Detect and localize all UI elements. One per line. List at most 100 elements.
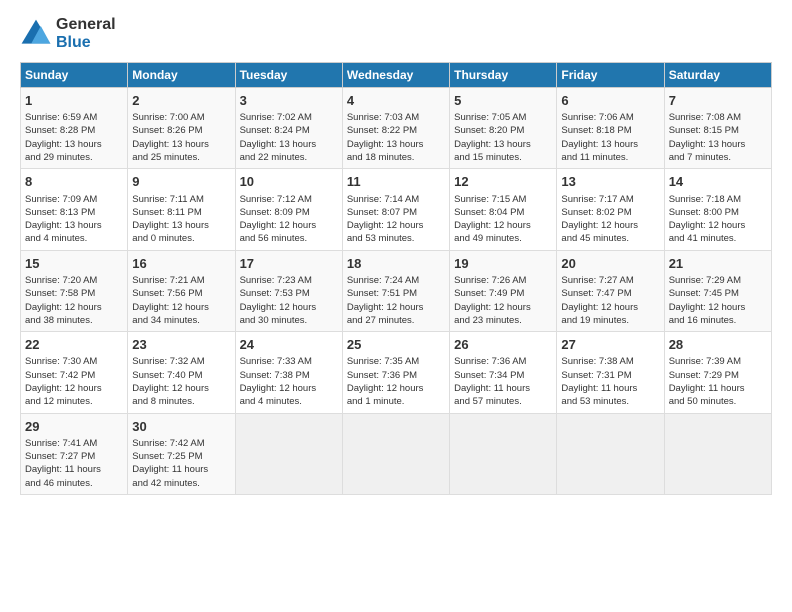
col-header-thursday: Thursday [450,63,557,88]
day-info-line: Sunrise: 7:32 AM [132,355,230,368]
day-info-line: Sunrise: 7:11 AM [132,193,230,206]
day-number: 19 [454,255,552,273]
calendar-cell: 16Sunrise: 7:21 AMSunset: 7:56 PMDayligh… [128,250,235,331]
calendar-cell: 10Sunrise: 7:12 AMSunset: 8:09 PMDayligh… [235,169,342,250]
day-info-line: Sunset: 8:02 PM [561,206,659,219]
day-info-line: and 0 minutes. [132,232,230,245]
day-info-line: Sunset: 7:36 PM [347,369,445,382]
calendar-cell: 7Sunrise: 7:08 AMSunset: 8:15 PMDaylight… [664,88,771,169]
day-info-line: and 30 minutes. [240,314,338,327]
calendar-cell: 27Sunrise: 7:38 AMSunset: 7:31 PMDayligh… [557,332,664,413]
day-info-line: and 22 minutes. [240,151,338,164]
day-number: 2 [132,92,230,110]
day-info-line: Sunrise: 7:23 AM [240,274,338,287]
day-info-line: Sunset: 7:45 PM [669,287,767,300]
day-info-line: Daylight: 12 hours [454,301,552,314]
calendar-body: 1Sunrise: 6:59 AMSunset: 8:28 PMDaylight… [21,88,772,495]
day-info-line: and 4 minutes. [240,395,338,408]
day-number: 30 [132,418,230,436]
calendar-cell: 11Sunrise: 7:14 AMSunset: 8:07 PMDayligh… [342,169,449,250]
day-info-line: Daylight: 12 hours [561,219,659,232]
calendar-cell: 18Sunrise: 7:24 AMSunset: 7:51 PMDayligh… [342,250,449,331]
day-number: 28 [669,336,767,354]
calendar-cell: 2Sunrise: 7:00 AMSunset: 8:26 PMDaylight… [128,88,235,169]
calendar-cell: 13 Sunrise: 7:17 AMSunset: 8:02 PMDayligh… [557,169,664,250]
day-info-line: Daylight: 13 hours [240,138,338,151]
day-info-line: Sunrise: 7:08 AM [669,111,767,124]
day-info-line: Daylight: 12 hours [240,219,338,232]
col-header-friday: Friday [557,63,664,88]
week-row-5: 29Sunrise: 7:41 AMSunset: 7:27 PMDayligh… [21,413,772,494]
day-info-line: and 49 minutes. [454,232,552,245]
day-info-line: Sunrise: 7:20 AM [25,274,123,287]
calendar-cell: 23Sunrise: 7:32 AMSunset: 7:40 PMDayligh… [128,332,235,413]
logo-text: General Blue [56,16,116,52]
day-info-line: Sunrise: 7:17 AM [561,193,659,206]
day-info-line: Daylight: 12 hours [669,301,767,314]
day-info-line: Sunset: 8:09 PM [240,206,338,219]
calendar-cell: 22Sunrise: 7:30 AMSunset: 7:42 PMDayligh… [21,332,128,413]
day-number: 15 [25,255,123,273]
calendar-cell: 6Sunrise: 7:06 AMSunset: 8:18 PMDaylight… [557,88,664,169]
day-info-line: Sunset: 8:13 PM [25,206,123,219]
calendar-cell: 3Sunrise: 7:02 AMSunset: 8:24 PMDaylight… [235,88,342,169]
day-info-line: and 34 minutes. [132,314,230,327]
day-number: 29 [25,418,123,436]
day-number: 7 [669,92,767,110]
day-info-line: Sunset: 8:24 PM [240,124,338,137]
calendar-cell [235,413,342,494]
day-info-line: Sunrise: 7:41 AM [25,437,123,450]
day-info-line: Sunrise: 7:03 AM [347,111,445,124]
day-info-line: Sunrise: 7:30 AM [25,355,123,368]
day-info-line: Sunrise: 7:21 AM [132,274,230,287]
day-info-line: and 8 minutes. [132,395,230,408]
header-row: SundayMondayTuesdayWednesdayThursdayFrid… [21,63,772,88]
day-info-line: Sunrise: 7:42 AM [132,437,230,450]
day-info-line: Sunset: 8:00 PM [669,206,767,219]
day-info-line: Daylight: 13 hours [25,138,123,151]
day-info-line: Sunrise: 7:02 AM [240,111,338,124]
week-row-3: 15Sunrise: 7:20 AMSunset: 7:58 PM Dayligh… [21,250,772,331]
day-info-line: Sunset: 8:18 PM [561,124,659,137]
day-info-line: and 41 minutes. [669,232,767,245]
col-header-sunday: Sunday [21,63,128,88]
day-number: 16 [132,255,230,273]
calendar-cell: 19Sunrise: 7:26 AMSunset: 7:49 PMDayligh… [450,250,557,331]
col-header-saturday: Saturday [664,63,771,88]
day-info-line: Daylight: 11 hours [669,382,767,395]
day-info-line: Sunrise: 7:05 AM [454,111,552,124]
day-info-line: and 15 minutes. [454,151,552,164]
day-info-line: Sunrise: 6:59 AM [25,111,123,124]
day-info-line: and 11 minutes. [561,151,659,164]
day-info-line: Sunrise: 7:38 AM [561,355,659,368]
day-info-line: Sunset: 7:56 PM [132,287,230,300]
day-info-line: Daylight: 13 hours [454,138,552,151]
day-info-line: Sunset: 8:20 PM [454,124,552,137]
day-info-line: Sunset: 7:47 PM [561,287,659,300]
day-info-line: and 12 minutes. [25,395,123,408]
day-number: 13 [561,173,659,191]
day-info-line: Sunrise: 7:39 AM [669,355,767,368]
day-info-line: Daylight: 12 hours [347,382,445,395]
day-info-line: Sunset: 8:28 PM [25,124,123,137]
calendar-cell: 20Sunrise: 7:27 AMSunset: 7:47 PMDayligh… [557,250,664,331]
day-info-line: and 27 minutes. [347,314,445,327]
calendar-header: SundayMondayTuesdayWednesdayThursdayFrid… [21,63,772,88]
calendar-cell: 1Sunrise: 6:59 AMSunset: 8:28 PMDaylight… [21,88,128,169]
calendar-cell: 12Sunrise: 7:15 AMSunset: 8:04 PMDayligh… [450,169,557,250]
day-info-line: Daylight: 12 hours [347,301,445,314]
day-info-line: and 25 minutes. [132,151,230,164]
day-info-line: and 23 minutes. [454,314,552,327]
logo-icon [20,18,52,50]
day-info-line: Daylight: 13 hours [347,138,445,151]
day-info-line: Sunset: 7:58 PM [25,287,123,300]
calendar-cell: 14Sunrise: 7:18 AMSunset: 8:00 PMDayligh… [664,169,771,250]
day-info-line: and 56 minutes. [240,232,338,245]
day-number: 9 [132,173,230,191]
day-info-line: Sunrise: 7:27 AM [561,274,659,287]
logo: General Blue [20,16,116,52]
day-number: 18 [347,255,445,273]
day-info-line: Daylight: 13 hours [132,219,230,232]
calendar-table: SundayMondayTuesdayWednesdayThursdayFrid… [20,62,772,495]
calendar-page: General Blue SundayMondayTuesdayWednesda… [0,0,792,505]
